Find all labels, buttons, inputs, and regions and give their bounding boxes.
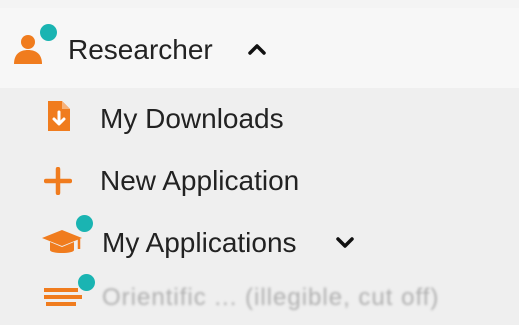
- menu-item-label: New Application: [100, 165, 300, 196]
- chevron-down-icon: [336, 236, 354, 255]
- graduation-cap-icon: [42, 229, 82, 259]
- menu-item-label-obscured: Orientific ... (illegible, cut off): [102, 284, 440, 311]
- user-menu-label: Researcher: [68, 34, 213, 65]
- chevron-up-icon: [248, 42, 266, 61]
- user-menu-toggle[interactable]: Researcher: [10, 20, 280, 80]
- menu-item-label: My Downloads: [100, 103, 284, 134]
- file-download-icon: [48, 101, 70, 131]
- status-badge: [78, 274, 95, 291]
- plus-icon: [44, 167, 72, 195]
- menu-item-my-downloads[interactable]: My Downloads: [30, 95, 330, 143]
- menu-item-new-application[interactable]: New Application: [30, 157, 350, 205]
- menu-item-my-applications[interactable]: My Applications: [30, 215, 370, 269]
- status-badge: [40, 24, 57, 41]
- status-badge: [76, 215, 93, 232]
- list-icon: [44, 286, 84, 306]
- menu-item-label: My Applications: [102, 227, 297, 258]
- top-strip: [0, 0, 519, 8]
